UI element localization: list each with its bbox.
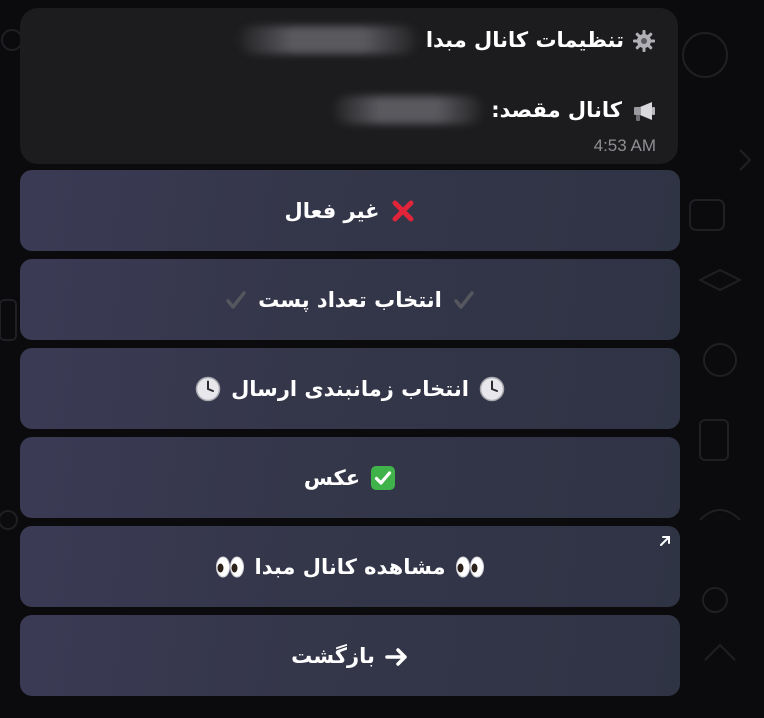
- red-cross-icon: [390, 198, 416, 224]
- select-post-count-label: انتخاب تعداد پست: [258, 287, 442, 312]
- inline-keyboard: غیر فعال انتخاب تعداد پست انتخاب زمانبند…: [20, 170, 680, 704]
- disable-button-label: غیر فعال: [284, 198, 380, 223]
- green-check-box-icon: [370, 465, 396, 491]
- select-post-count-button[interactable]: انتخاب تعداد پست: [20, 259, 680, 340]
- select-schedule-label: انتخاب زمانبندی ارسال: [231, 376, 469, 401]
- clock-icon: [479, 376, 505, 402]
- back-button-label: بازگشت: [291, 643, 375, 668]
- message-bubble: تنظیمات کانال مبدا کانال مقصد: 4:53 AM: [20, 8, 678, 164]
- check-mark-icon: [452, 287, 476, 312]
- message-line-destination: کانال مقصد:: [333, 96, 656, 124]
- clock-icon: [195, 376, 221, 402]
- view-source-channel-button[interactable]: مشاهده کانال مبدا: [20, 526, 680, 607]
- message-timestamp: 4:53 AM: [593, 136, 656, 155]
- external-link-arrow-icon: [658, 532, 672, 548]
- photo-button-label: عکس: [303, 465, 361, 490]
- select-schedule-button[interactable]: انتخاب زمانبندی ارسال: [20, 348, 680, 429]
- redacted-destination-name: [333, 96, 484, 124]
- redacted-channel-name: [237, 26, 418, 54]
- eyes-icon: [215, 554, 245, 579]
- eyes-icon: [455, 554, 485, 579]
- megaphone-icon: [630, 98, 656, 123]
- back-button[interactable]: بازگشت: [20, 615, 680, 696]
- message-line-source-settings: تنظیمات کانال مبدا: [237, 26, 656, 54]
- check-mark-icon: [224, 287, 248, 312]
- right-arrow-icon: [385, 644, 409, 668]
- gear-icon: [632, 28, 656, 53]
- message-line2-text: کانال مقصد:: [491, 98, 622, 122]
- disable-button[interactable]: غیر فعال: [20, 170, 680, 251]
- photo-button[interactable]: عکس: [20, 437, 680, 518]
- message-line1-text: تنظیمات کانال مبدا: [425, 28, 624, 52]
- view-source-channel-label: مشاهده کانال مبدا: [254, 554, 446, 579]
